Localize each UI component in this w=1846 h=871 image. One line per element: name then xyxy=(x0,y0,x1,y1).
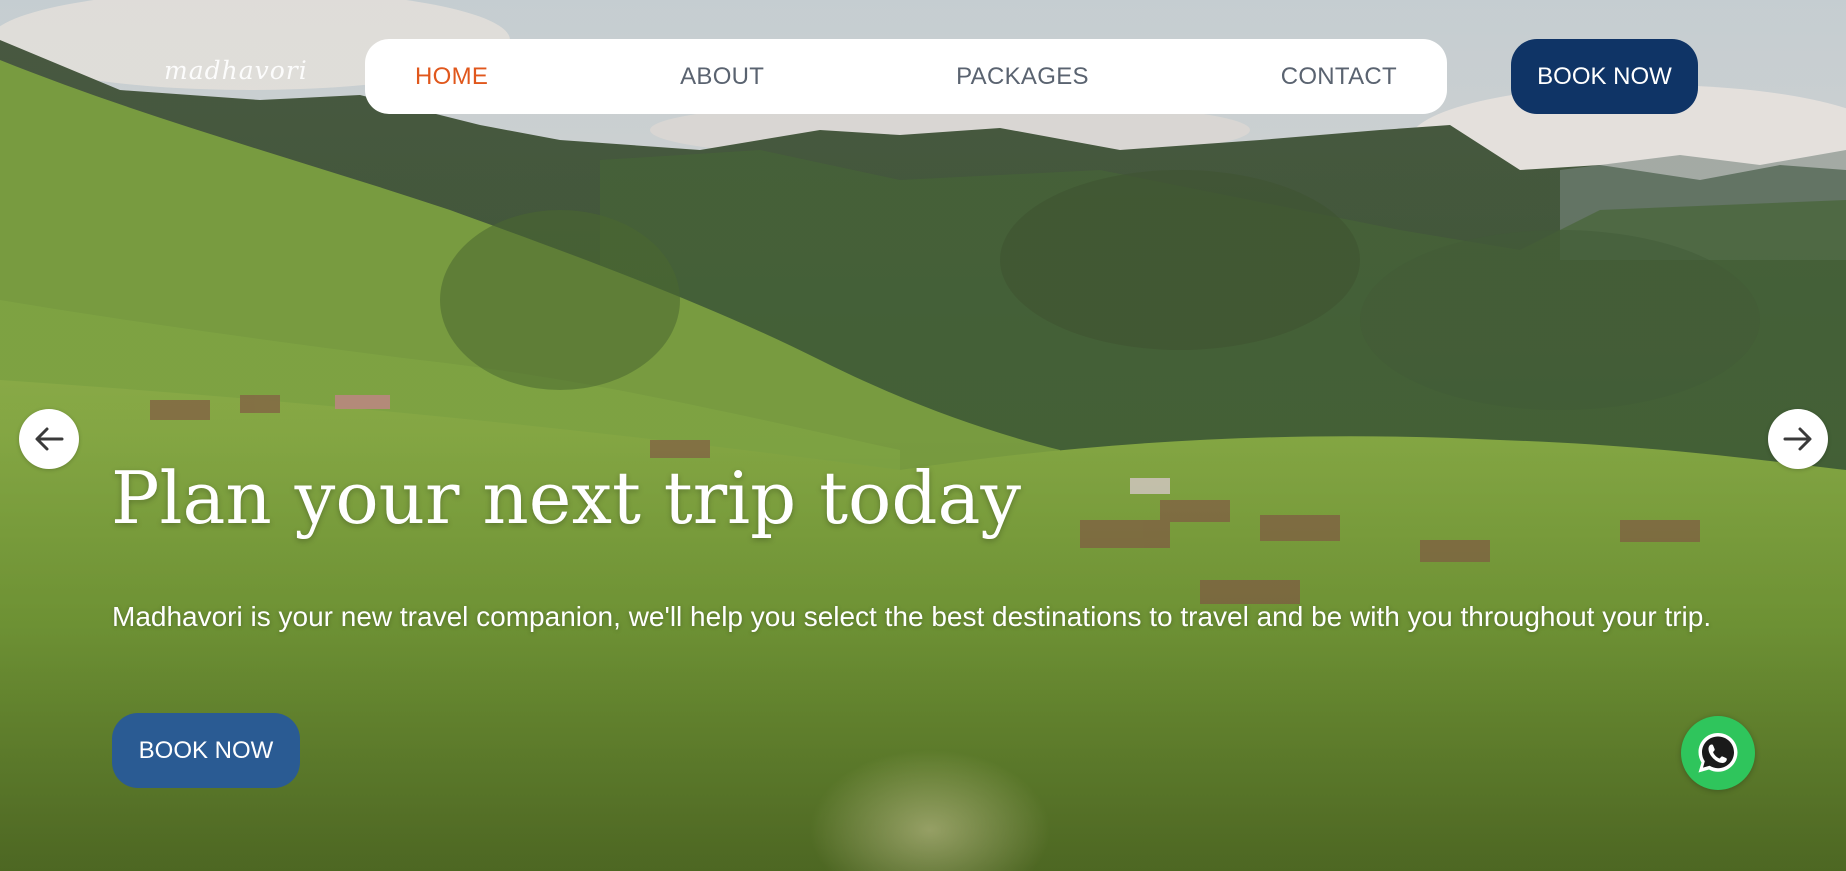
nav-item-about[interactable]: ABOUT xyxy=(680,63,764,91)
brand-logo[interactable]: madhavori xyxy=(164,56,308,85)
nav-item-contact[interactable]: CONTACT xyxy=(1281,63,1397,91)
hero-subtitle: Madhavori is your new travel companion, … xyxy=(112,601,1712,632)
carousel-prev-button[interactable] xyxy=(19,409,79,469)
nav-item-home[interactable]: HOME xyxy=(415,63,488,91)
hero-title: Plan your next trip today xyxy=(111,456,1022,540)
hero-book-now-button[interactable]: BOOK NOW xyxy=(112,713,300,788)
carousel-next-button[interactable] xyxy=(1768,409,1828,469)
header-book-now-button[interactable]: BOOK NOW xyxy=(1511,39,1698,114)
whatsapp-icon xyxy=(1698,733,1738,773)
main-nav: HOME ABOUT PACKAGES CONTACT xyxy=(365,39,1447,114)
arrow-right-icon xyxy=(1783,427,1812,451)
whatsapp-chat-button[interactable] xyxy=(1681,716,1755,790)
nav-item-packages[interactable]: PACKAGES xyxy=(956,63,1089,91)
arrow-left-icon xyxy=(35,427,64,451)
hero-section: madhavori HOME ABOUT PACKAGES CONTACT BO… xyxy=(0,0,1846,871)
